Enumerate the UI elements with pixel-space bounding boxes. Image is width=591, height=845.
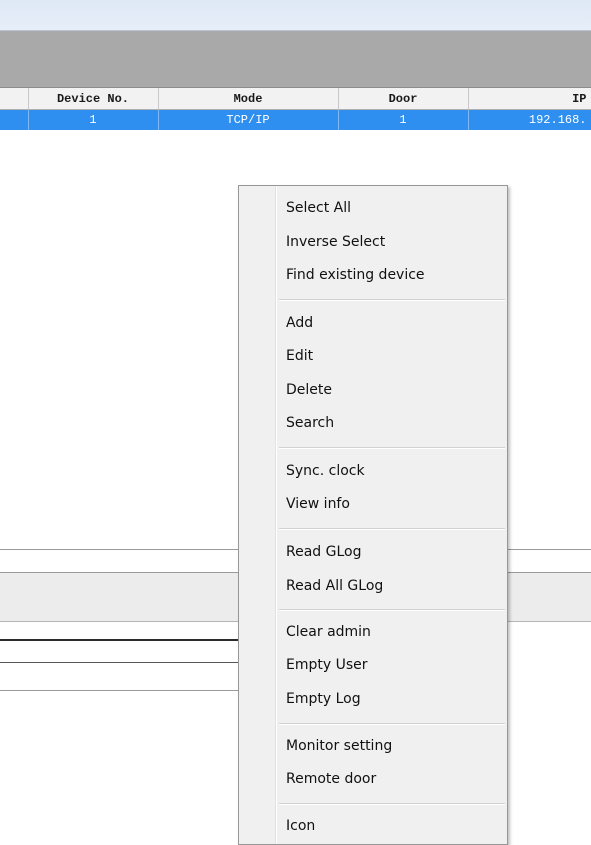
menu-item-view-info[interactable]: View info: [286, 490, 501, 518]
menu-item-select-all[interactable]: Select All: [286, 194, 501, 222]
menu-item-inverse-select[interactable]: Inverse Select: [286, 228, 501, 256]
menu-item-delete[interactable]: Delete: [286, 376, 501, 404]
row-indicator-header: [0, 88, 29, 110]
context-menu: Select All Inverse Select Find existing …: [238, 185, 508, 845]
column-header-ip[interactable]: IP: [468, 88, 591, 110]
divider-line: [0, 690, 238, 691]
menu-item-icon[interactable]: Icon: [286, 812, 501, 840]
cell-mode[interactable]: TCP/IP: [158, 109, 339, 130]
menu-separator: [279, 803, 505, 805]
divider-line: [0, 662, 238, 663]
menu-icon-gutter: [275, 186, 277, 844]
menu-item-empty-log[interactable]: Empty Log: [286, 685, 501, 713]
cell-device-no[interactable]: 1: [28, 109, 159, 130]
menu-separator: [279, 447, 505, 449]
menu-separator: [279, 723, 505, 725]
cell-door[interactable]: 1: [338, 109, 469, 130]
table-header-row: Device No. Mode Door IP: [0, 88, 591, 110]
table-row-selected[interactable]: 1 TCP/IP 1 192.168.: [0, 109, 591, 130]
menu-item-monitor-setting[interactable]: Monitor setting: [286, 732, 501, 760]
column-header-device-no[interactable]: Device No.: [28, 88, 159, 110]
toolbar-area: [0, 31, 591, 88]
menu-separator: [279, 299, 505, 301]
row-indicator[interactable]: [0, 109, 29, 130]
menu-item-empty-user[interactable]: Empty User: [286, 651, 501, 679]
menu-item-search[interactable]: Search: [286, 409, 501, 437]
menu-item-read-all-glog[interactable]: Read All GLog: [286, 572, 501, 600]
column-header-door[interactable]: Door: [338, 88, 469, 110]
menu-item-find-existing-device[interactable]: Find existing device: [286, 261, 501, 289]
menu-item-clear-admin[interactable]: Clear admin: [286, 618, 501, 646]
menu-item-add[interactable]: Add: [286, 309, 501, 337]
menu-item-remote-door[interactable]: Remote door: [286, 765, 501, 793]
menu-separator: [279, 528, 505, 530]
window-title-strip: [0, 0, 591, 31]
device-table: Device No. Mode Door IP 1 TCP/IP 1 192.1…: [0, 88, 591, 130]
cell-ip[interactable]: 192.168.: [468, 109, 591, 130]
column-header-mode[interactable]: Mode: [158, 88, 339, 110]
menu-item-edit[interactable]: Edit: [286, 342, 501, 370]
menu-separator: [279, 609, 505, 611]
menu-item-read-glog[interactable]: Read GLog: [286, 538, 501, 566]
menu-item-sync-clock[interactable]: Sync. clock: [286, 457, 501, 485]
divider-line: [0, 639, 238, 641]
